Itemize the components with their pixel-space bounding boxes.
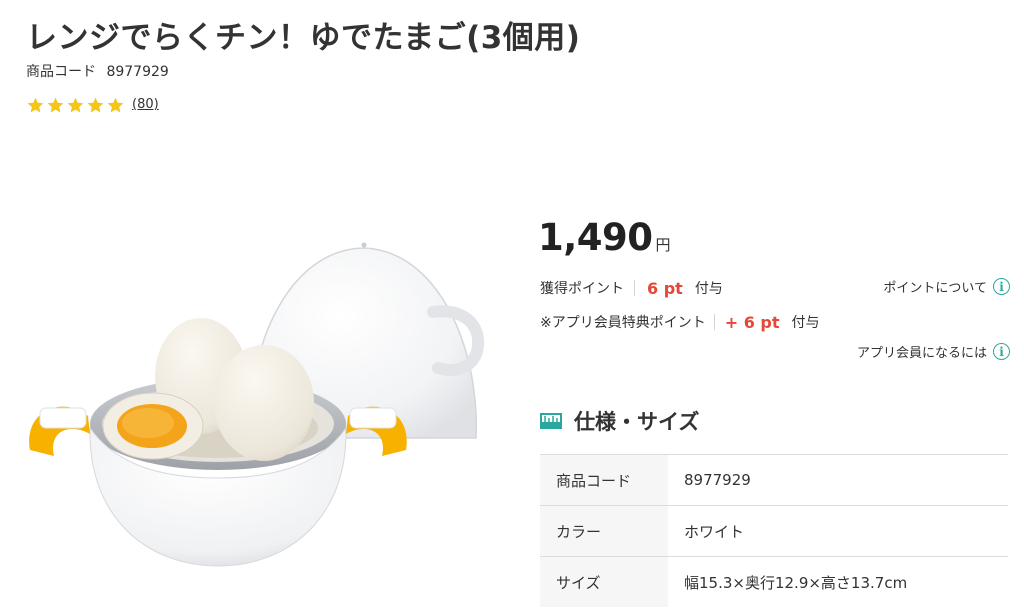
- star-icon: [27, 97, 44, 113]
- app-points-value: + 6 pt: [724, 312, 780, 332]
- divider: [713, 314, 715, 330]
- app-points-suffix: 付与: [791, 315, 820, 331]
- spec-key: カラー: [540, 505, 668, 557]
- product-code: 商品コード 8977929: [26, 61, 169, 81]
- app-points-row: ※アプリ会員特典ポイント + 6 pt 付与: [540, 312, 820, 332]
- rating: (80): [26, 96, 159, 115]
- product-title: レンジでらくチン！ゆでたまご(3個用): [26, 20, 581, 56]
- points-value: 6 pt: [647, 278, 683, 298]
- table-row: サイズ 幅15.3×奥行12.9×高さ13.7cm: [540, 556, 1008, 607]
- rating-stars: [26, 96, 125, 115]
- price-value: 1,490: [538, 216, 653, 259]
- product-code-label: 商品コード: [26, 64, 96, 80]
- spec-value: 8977929: [684, 471, 751, 489]
- star-icon: [47, 97, 64, 113]
- app-points-label: ※アプリ会員特典ポイント: [540, 315, 706, 331]
- ruler-icon: [540, 413, 562, 429]
- spec-section-title: 仕様・サイズ: [540, 406, 699, 436]
- spec-table: 商品コード 8977929 カラー ホワイト サイズ 幅15.3×奥行12.9×…: [540, 454, 1008, 607]
- price: 1,490 円: [538, 216, 671, 259]
- price-unit: 円: [655, 236, 671, 254]
- star-icon: [87, 97, 104, 113]
- spec-section-label: 仕様・サイズ: [574, 410, 700, 434]
- points-label: 獲得ポイント: [540, 281, 624, 297]
- table-row: 商品コード 8977929: [540, 454, 1008, 506]
- info-icon: i: [993, 343, 1010, 360]
- spec-key: 商品コード: [540, 454, 668, 506]
- app-member-label: アプリ会員になるには: [856, 346, 987, 361]
- review-count-link[interactable]: (80): [132, 97, 159, 112]
- product-image: [29, 242, 485, 567]
- star-icon: [67, 97, 84, 113]
- points-suffix: 付与: [694, 281, 723, 297]
- spec-key: サイズ: [540, 556, 668, 607]
- info-icon: i: [993, 278, 1010, 295]
- points-about-link[interactable]: ポイントについて i: [883, 277, 1010, 296]
- points-about-label: ポイントについて: [883, 281, 987, 296]
- spec-value: 幅15.3×奥行12.9×高さ13.7cm: [684, 573, 908, 592]
- table-row: カラー ホワイト: [540, 505, 1008, 557]
- product-code-value: 8977929: [106, 64, 169, 80]
- star-icon: [107, 97, 124, 113]
- spec-value: ホワイト: [684, 522, 745, 541]
- divider: [634, 280, 635, 296]
- app-member-link[interactable]: アプリ会員になるには i: [857, 342, 1010, 361]
